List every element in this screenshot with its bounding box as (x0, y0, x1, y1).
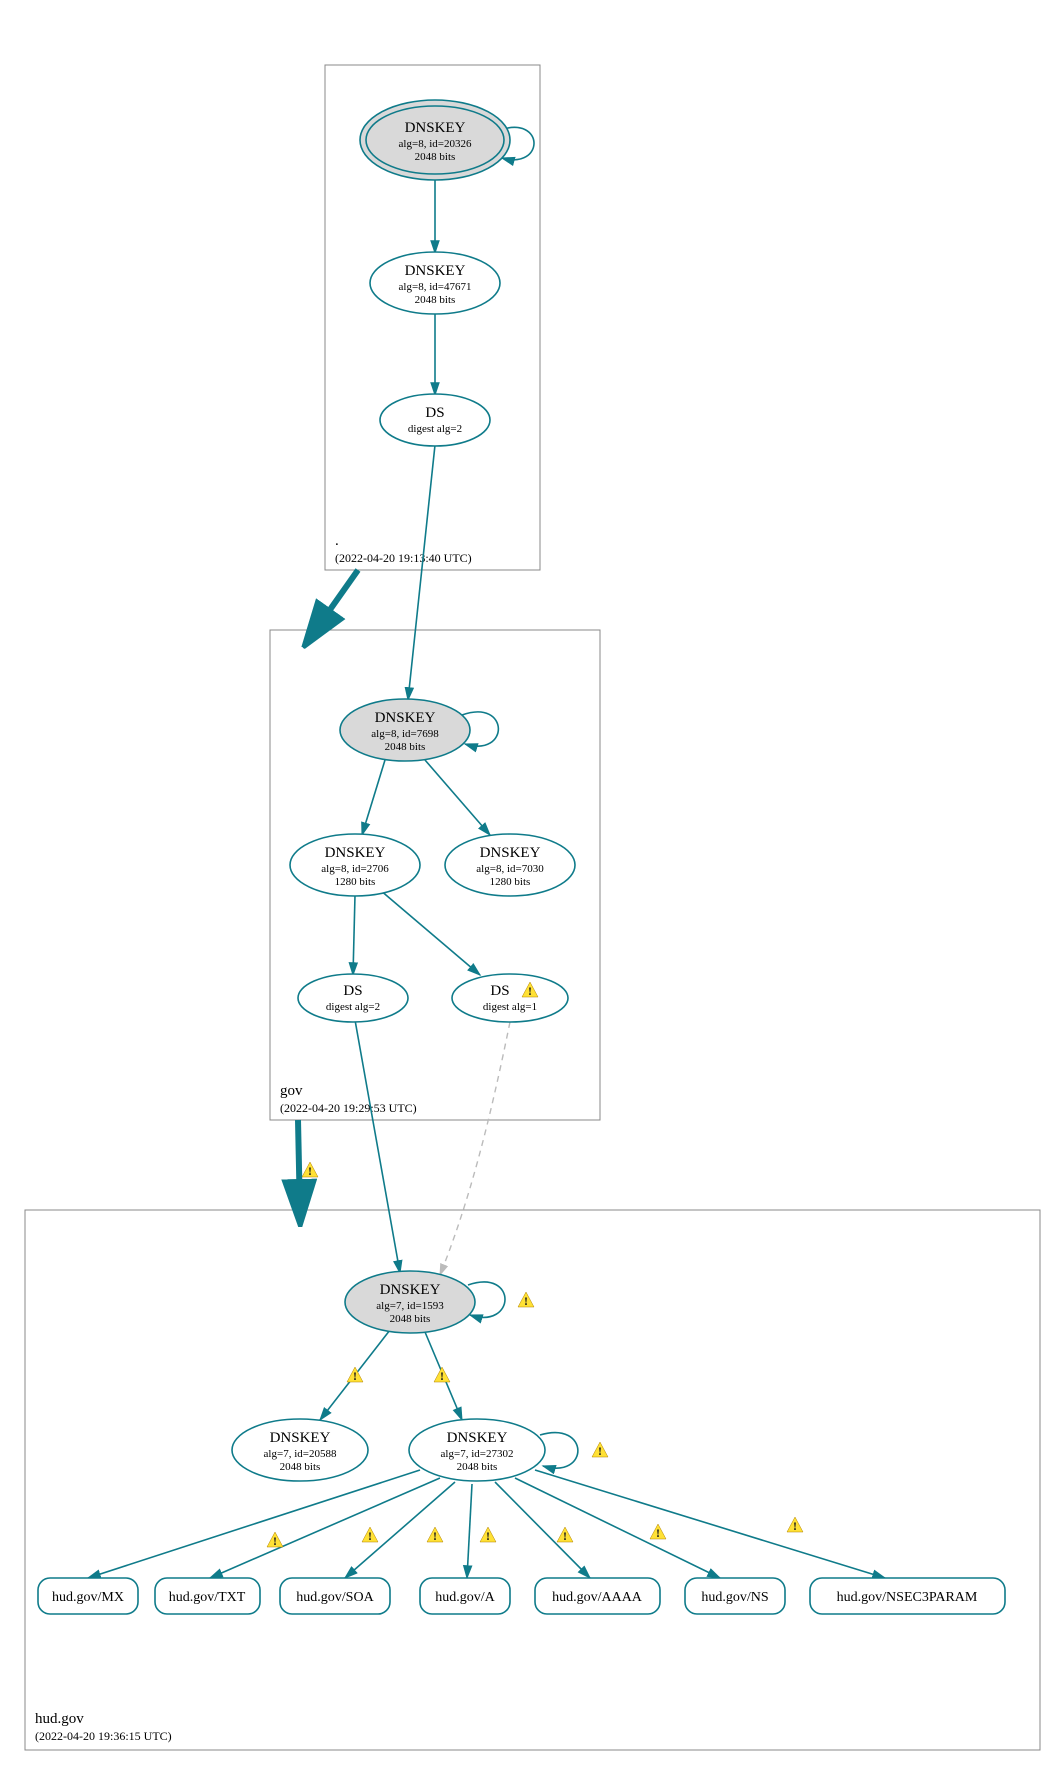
warning-icon (557, 1527, 573, 1543)
node-sub: 2048 bits (415, 151, 456, 163)
warning-icon (267, 1532, 283, 1548)
zone-label-root: . (335, 533, 339, 549)
node-sub: alg=8, id=47671 (399, 281, 472, 293)
node-sub: alg=7, id=1593 (376, 1300, 444, 1312)
zone-label-hud: hud.gov (35, 1711, 84, 1727)
node-sub: 1280 bits (335, 876, 376, 888)
edge-root-ds-to-gov-ksk (408, 445, 435, 700)
warning-icon (787, 1517, 803, 1533)
edge-gov-ksk-to-7030 (425, 760, 490, 835)
node-root-dnskey-zsk: DNSKEY alg=8, id=47671 2048 bits (370, 252, 500, 314)
edge-gov-ds1-to-hud-ksk (440, 1022, 510, 1275)
record-a: hud.gov/A (420, 1578, 510, 1614)
node-title: DNSKEY (480, 845, 541, 861)
edge-27302-to-txt (210, 1478, 440, 1578)
edge-gov-2706-to-ds1 (380, 890, 480, 975)
node-root-dnskey-ksk: DNSKEY alg=8, id=20326 2048 bits (360, 100, 510, 180)
zone-timestamp-hud: (2022-04-20 19:36:15 UTC) (35, 1729, 172, 1743)
record-text: hud.gov/TXT (169, 1590, 246, 1605)
dnssec-diagram: ! . (2022-04-20 19:13:40 UTC) gov (2022-… (0, 0, 1063, 1772)
node-sub: alg=8, id=20326 (399, 138, 472, 150)
record-nsec3param: hud.gov/NSEC3PARAM (810, 1578, 1005, 1614)
edge-gov-to-hud-thick (298, 1120, 300, 1215)
edge-root-to-gov-thick (310, 570, 358, 638)
record-text: hud.gov/MX (52, 1590, 124, 1605)
node-title: DS (490, 983, 509, 999)
record-ns: hud.gov/NS (685, 1578, 785, 1614)
node-hud-dnskey-ksk: DNSKEY alg=7, id=1593 2048 bits (345, 1271, 475, 1333)
zone-timestamp-root: (2022-04-20 19:13:40 UTC) (335, 551, 472, 565)
node-sub: 2048 bits (390, 1313, 431, 1325)
node-hud-dnskey-27302: DNSKEY alg=7, id=27302 2048 bits (409, 1419, 545, 1481)
warning-icon (427, 1527, 443, 1543)
node-sub: 2048 bits (385, 741, 426, 753)
node-title: DNSKEY (325, 845, 386, 861)
warning-icon (362, 1527, 378, 1543)
node-sub: alg=8, id=7030 (476, 863, 544, 875)
node-sub: 2048 bits (457, 1461, 498, 1473)
zone-timestamp-gov: (2022-04-20 19:29:53 UTC) (280, 1101, 417, 1115)
node-title: DS (425, 405, 444, 421)
node-title: DNSKEY (447, 1430, 508, 1446)
node-gov-ds2: DS digest alg=2 (298, 974, 408, 1022)
record-text: hud.gov/SOA (296, 1590, 374, 1605)
edge-27302-to-soa (345, 1482, 455, 1578)
record-mx: hud.gov/MX (38, 1578, 138, 1614)
node-title: DNSKEY (405, 120, 466, 136)
node-root-ds: DS digest alg=2 (380, 394, 490, 446)
warning-icon (650, 1524, 666, 1540)
node-sub: alg=7, id=20588 (264, 1448, 337, 1460)
warning-icon (434, 1367, 450, 1383)
node-gov-ds1: DS digest alg=1 (452, 974, 568, 1022)
node-sub: digest alg=2 (408, 423, 462, 435)
warning-icon (480, 1527, 496, 1543)
node-title: DNSKEY (405, 263, 466, 279)
record-text: hud.gov/AAAA (552, 1590, 643, 1605)
node-sub: alg=8, id=2706 (321, 863, 389, 875)
edge-27302-to-a (467, 1484, 472, 1578)
edge-27302-to-aaaa (495, 1482, 590, 1578)
node-hud-dnskey-20588: DNSKEY alg=7, id=20588 2048 bits (232, 1419, 368, 1481)
warning-icon (347, 1367, 363, 1383)
node-gov-dnskey-ksk: DNSKEY alg=8, id=7698 2048 bits (340, 699, 470, 761)
edge-27302-to-ns (515, 1478, 720, 1578)
node-sub: alg=8, id=7698 (371, 728, 439, 740)
node-sub: digest alg=1 (483, 1001, 537, 1013)
warning-icon (518, 1292, 534, 1308)
node-title: DNSKEY (380, 1282, 441, 1298)
zone-box-hud (25, 1210, 1040, 1750)
edge-27302-to-nsec (535, 1470, 885, 1578)
edge-gov-ds2-to-hud-ksk (355, 1020, 400, 1273)
edge-gov-ksk-to-2706 (362, 760, 385, 835)
record-text: hud.gov/NSEC3PARAM (837, 1590, 978, 1605)
node-gov-dnskey-7030: DNSKEY alg=8, id=7030 1280 bits (445, 834, 575, 896)
node-sub: digest alg=2 (326, 1001, 380, 1013)
warning-icon (302, 1162, 318, 1178)
node-sub: alg=7, id=27302 (441, 1448, 514, 1460)
record-text: hud.gov/A (435, 1590, 495, 1605)
node-title: DNSKEY (270, 1430, 331, 1446)
node-title: DS (343, 983, 362, 999)
warning-icon (592, 1442, 608, 1458)
edge-gov-2706-to-ds2 (353, 895, 355, 975)
record-soa: hud.gov/SOA (280, 1578, 390, 1614)
edge-27302-to-mx (88, 1470, 420, 1578)
node-title: DNSKEY (375, 710, 436, 726)
node-gov-dnskey-2706: DNSKEY alg=8, id=2706 1280 bits (290, 834, 420, 896)
node-sub: 2048 bits (415, 294, 456, 306)
record-text: hud.gov/NS (701, 1590, 768, 1605)
record-txt: hud.gov/TXT (155, 1578, 260, 1614)
record-aaaa: hud.gov/AAAA (535, 1578, 660, 1614)
node-sub: 2048 bits (280, 1461, 321, 1473)
zone-label-gov: gov (280, 1083, 303, 1099)
node-sub: 1280 bits (490, 876, 531, 888)
